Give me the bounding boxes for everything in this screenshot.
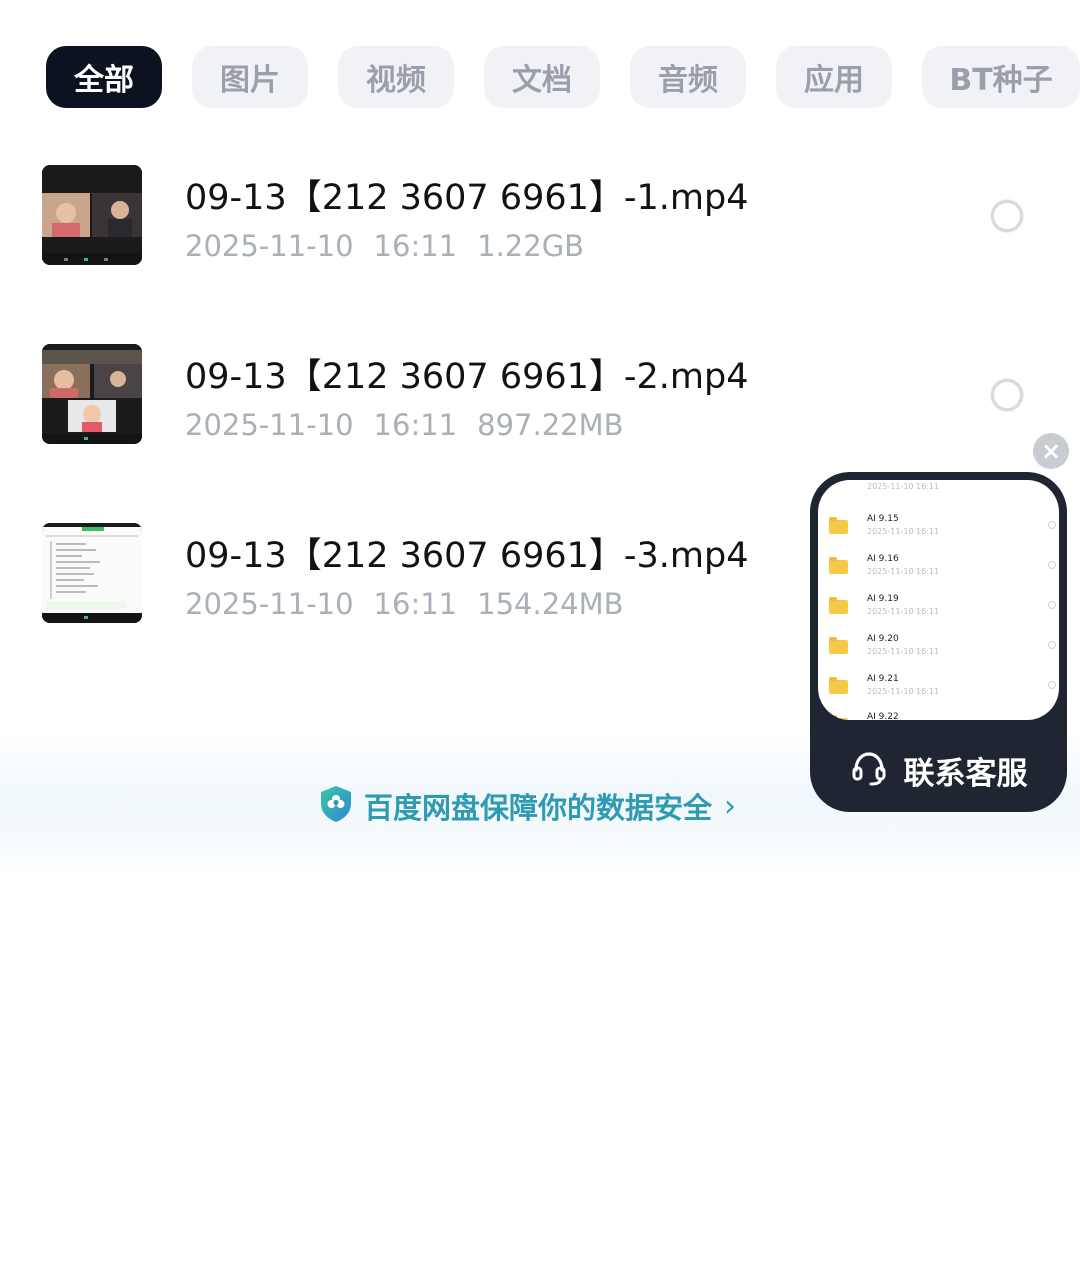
tab-apps[interactable]: 应用 (776, 46, 892, 108)
preview-folder-name: AI 9.20 (867, 634, 899, 644)
file-meta: 2025-11-10 16:11 154.24MB (185, 587, 644, 621)
select-radio[interactable] (991, 379, 1023, 411)
tab-audio[interactable]: 音频 (630, 46, 746, 108)
folder-icon (829, 677, 848, 694)
folder-icon (829, 597, 848, 614)
file-time: 16:11 (373, 587, 458, 621)
preview-list-item: AI 9.16 2025-11-10 16:11 (818, 554, 1059, 594)
support-label: 联系客服 (903, 755, 1028, 792)
file-name: 09-13【212 3607 6961】-3.mp4 (185, 536, 749, 576)
folder-icon (829, 715, 848, 720)
preview-list-item: AI 9.22 (818, 712, 1059, 720)
close-icon[interactable]: × (1033, 433, 1069, 469)
preview-radio (1048, 521, 1056, 529)
support-preview: 2025-11-10 16:11 AI 9.15 2025-11-10 16:1… (818, 480, 1059, 720)
preview-folder-name: AI 9.15 (867, 514, 899, 524)
file-date: 2025-11-10 (185, 229, 354, 263)
tab-all[interactable]: 全部 (46, 46, 162, 108)
file-size: 1.22GB (477, 229, 585, 263)
video-thumbnail (42, 165, 142, 265)
file-type-tabs: 全部 图片 视频 文档 音频 应用 BT种子 (46, 46, 1080, 110)
preview-folder-date: 2025-11-10 16:11 (867, 647, 940, 656)
chevron-right-icon: › (724, 788, 737, 824)
preview-folder-date: 2025-11-10 16:11 (867, 567, 940, 576)
tab-bt-torrents[interactable]: BT种子 (922, 46, 1080, 108)
select-radio[interactable] (991, 200, 1023, 232)
video-thumbnail (42, 523, 142, 623)
tab-documents[interactable]: 文档 (484, 46, 600, 108)
preview-list-item: AI 9.15 2025-11-10 16:11 (818, 514, 1059, 554)
file-size: 897.22MB (477, 408, 624, 442)
tab-videos[interactable]: 视频 (338, 46, 454, 108)
folder-icon (829, 557, 848, 574)
preview-radio (1048, 681, 1056, 689)
file-browser-page: 全部 图片 视频 文档 音频 应用 BT种子 09-13【212 3607 69… (0, 0, 1080, 1270)
tab-images[interactable]: 图片 (192, 46, 308, 108)
contact-support-button[interactable]: 联系客服 (810, 737, 1067, 803)
file-time: 16:11 (373, 229, 458, 263)
file-meta: 2025-11-10 16:11 1.22GB (185, 229, 604, 263)
customer-support-widget[interactable]: 2025-11-10 16:11 AI 9.15 2025-11-10 16:1… (810, 472, 1067, 812)
preview-list-item: AI 9.20 2025-11-10 16:11 (818, 634, 1059, 674)
preview-folder-date: 2025-11-10 16:11 (867, 527, 940, 536)
file-list-item[interactable]: 09-13【212 3607 6961】-1.mp4 2025-11-10 16:… (0, 165, 1080, 285)
file-size: 154.24MB (477, 587, 624, 621)
preview-top-date: 2025-11-10 16:11 (867, 482, 940, 491)
file-time: 16:11 (373, 408, 458, 442)
file-meta: 2025-11-10 16:11 897.22MB (185, 408, 644, 442)
preview-folder-name: AI 9.22 (867, 712, 899, 720)
preview-folder-name: AI 9.21 (867, 674, 899, 684)
security-text: 百度网盘保障你的数据安全 (364, 791, 713, 825)
file-name: 09-13【212 3607 6961】-1.mp4 (185, 178, 749, 218)
preview-folder-date: 2025-11-10 16:11 (867, 607, 940, 616)
folder-icon (829, 637, 848, 654)
preview-radio (1048, 561, 1056, 569)
file-list-item[interactable]: 09-13【212 3607 6961】-2.mp4 2025-11-10 16:… (0, 344, 1080, 464)
preview-folder-name: AI 9.16 (867, 554, 899, 564)
folder-icon (829, 517, 848, 534)
file-date: 2025-11-10 (185, 587, 354, 621)
file-date: 2025-11-10 (185, 408, 354, 442)
file-name: 09-13【212 3607 6961】-2.mp4 (185, 357, 749, 397)
preview-radio (1048, 601, 1056, 609)
preview-list-item: AI 9.21 2025-11-10 16:11 (818, 674, 1059, 714)
preview-radio (1048, 641, 1056, 649)
preview-folder-date: 2025-11-10 16:11 (867, 687, 940, 696)
security-link[interactable]: 百度网盘保障你的数据安全 › (318, 786, 736, 826)
shield-icon (318, 784, 354, 828)
headset-icon (850, 749, 888, 791)
video-thumbnail (42, 344, 142, 444)
preview-list-item: AI 9.19 2025-11-10 16:11 (818, 594, 1059, 634)
preview-folder-name: AI 9.19 (867, 594, 899, 604)
